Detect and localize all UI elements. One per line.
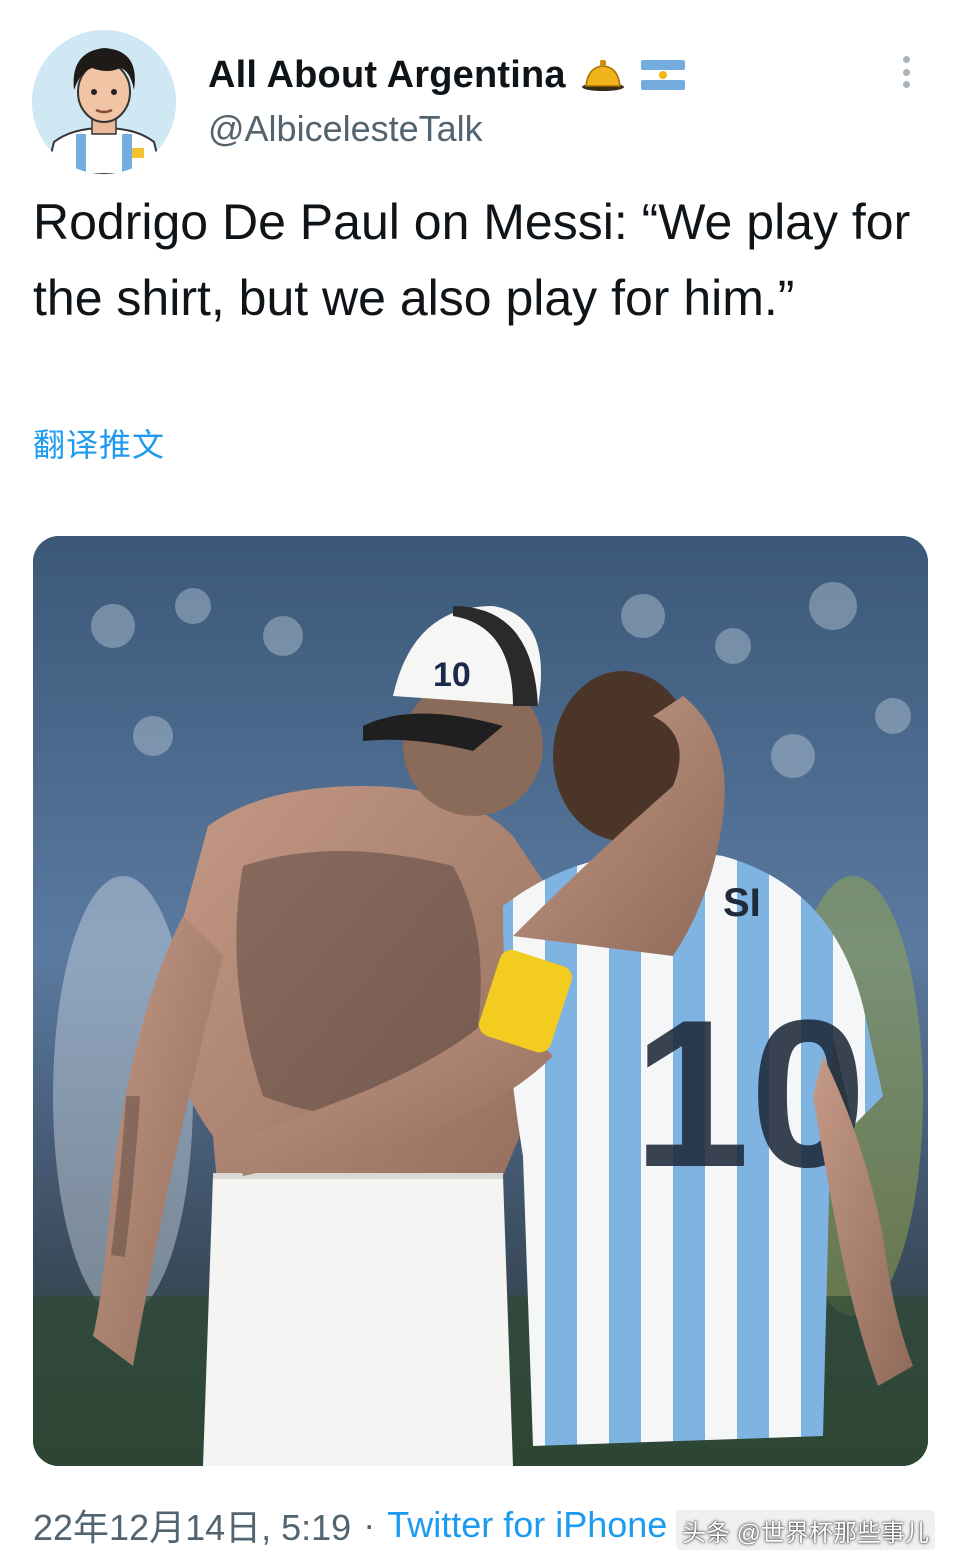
author-display-name[interactable]: All About Argentina xyxy=(208,54,566,97)
photo-illustration: 10 10 SI xyxy=(33,536,928,1466)
tweet-timestamp[interactable]: 22年12月14日, 5:19 xyxy=(33,1499,351,1551)
jersey-name-text: SI xyxy=(723,881,761,925)
tweet-text: Rodrigo De Paul on Messi: “We play for t… xyxy=(33,194,911,326)
bell-emoji-icon xyxy=(580,57,626,93)
cap-number-text: 10 xyxy=(433,656,471,694)
more-options-icon[interactable] xyxy=(890,52,922,92)
avatar-illustration xyxy=(32,30,176,174)
tweet-photo[interactable]: 10 10 SI xyxy=(33,536,928,1466)
more-dot xyxy=(902,81,910,88)
author-name-row: All About Argentina xyxy=(208,50,686,100)
tweet-source-link[interactable]: Twitter for iPhone xyxy=(387,1504,667,1546)
more-dot xyxy=(902,56,910,63)
argentina-flag-icon xyxy=(640,57,686,93)
author-avatar[interactable] xyxy=(32,30,176,174)
platform-watermark: 头条 @世界杯那些事儿 xyxy=(676,1510,936,1550)
author-handle[interactable]: @AlbicelesteTalk xyxy=(208,108,483,150)
meta-separator: · xyxy=(363,1504,376,1545)
translate-tweet-link[interactable]: 翻译推文 xyxy=(33,420,165,466)
tweet-meta-row: 22年12月14日, 5:19 · Twitter for iPhone xyxy=(33,1500,667,1550)
more-dot xyxy=(902,68,910,76)
